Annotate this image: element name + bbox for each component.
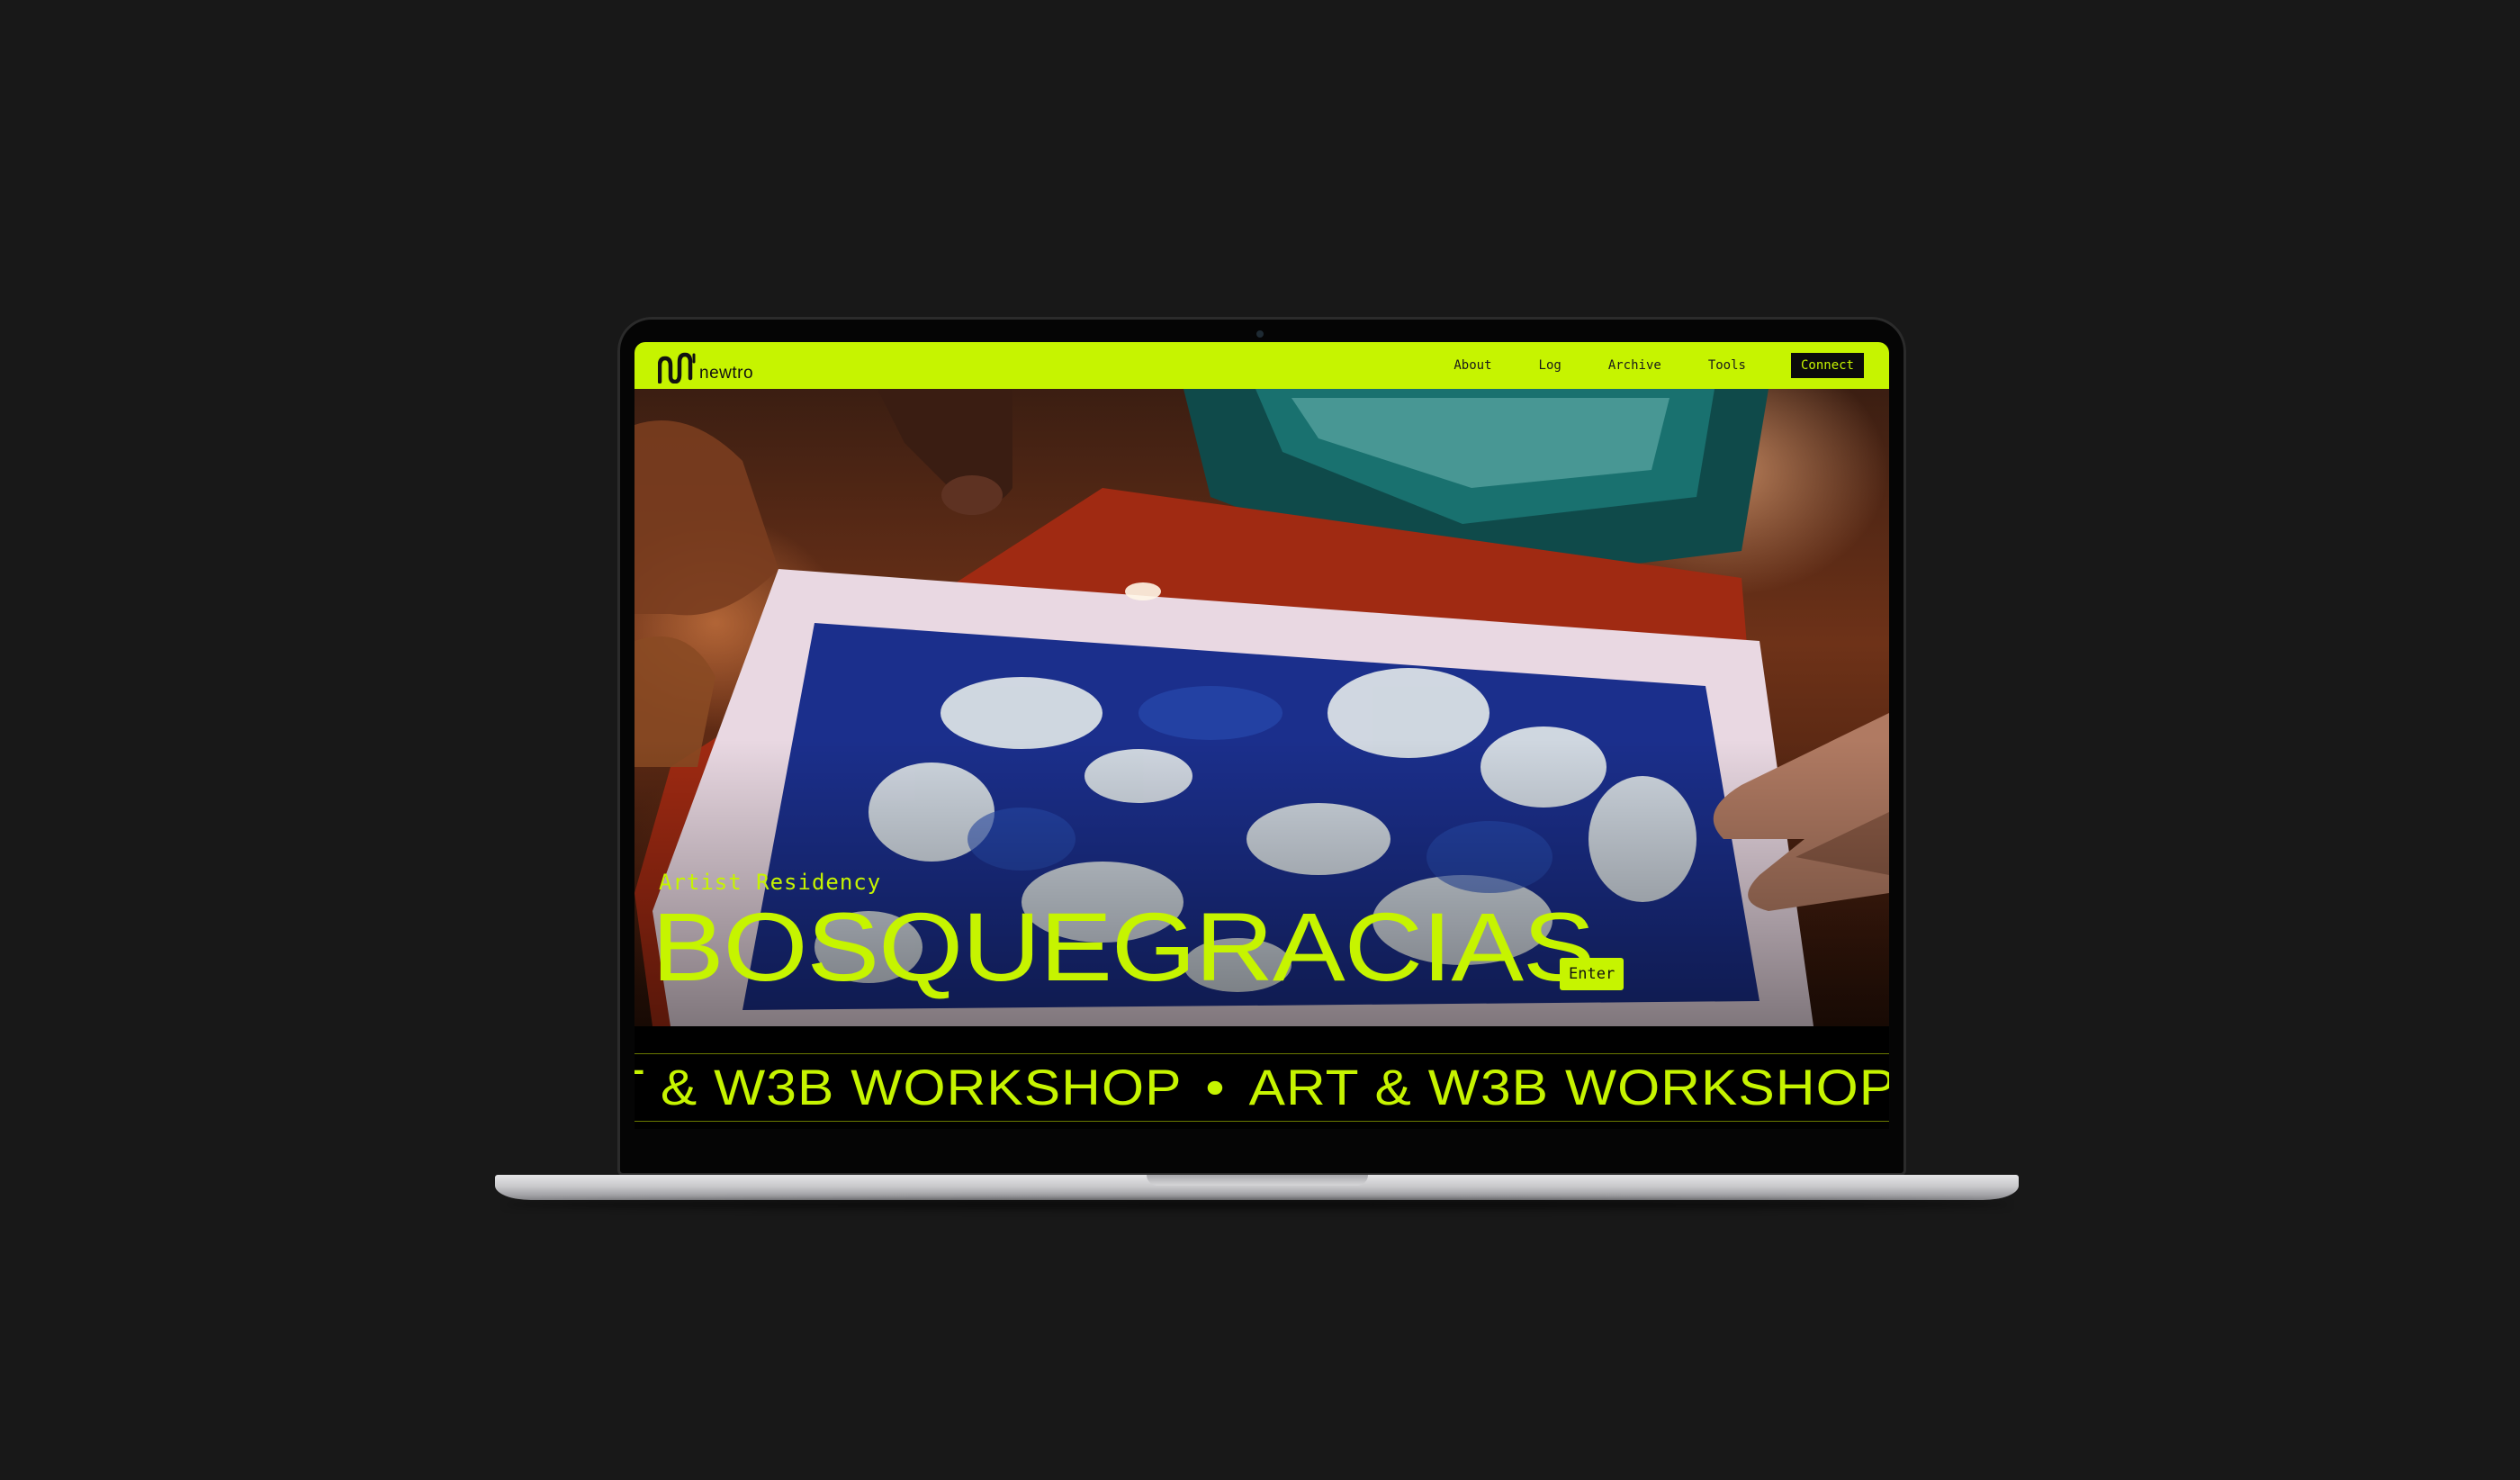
nav-link-about[interactable]: About: [1454, 358, 1491, 373]
laptop-shadow: [504, 1200, 2010, 1209]
marquee-item: T & W3B WORKSHOP: [634, 1059, 1183, 1115]
hero-eyebrow: Artist Residency: [659, 870, 882, 895]
marquee-track: T & W3B WORKSHOP • ART & W3B WORKSHOP: [634, 1058, 1889, 1116]
camera-icon: [1256, 330, 1264, 338]
workshop-marquee: T & W3B WORKSHOP • ART & W3B WORKSHOP: [634, 1053, 1889, 1122]
marquee-item: ART & W3B WORKSHOP: [1248, 1059, 1889, 1115]
marquee-separator: •: [1205, 1059, 1226, 1115]
connect-button[interactable]: Connect: [1790, 353, 1864, 378]
nav-links: About Log Archive Tools Connect: [1407, 342, 1864, 389]
hero-title: BOSQUEGRACIAS: [652, 892, 1596, 1001]
top-navbar: newtro About Log Archive Tools Connect: [634, 342, 1889, 389]
newtro-wave-logo-icon: [658, 352, 696, 384]
enter-button[interactable]: Enter: [1560, 958, 1624, 990]
nav-link-archive[interactable]: Archive: [1608, 358, 1661, 373]
hero-section: Artist Residency BOSQUEGRACIAS Enter: [634, 389, 1889, 1026]
brand-logo[interactable]: newtro: [658, 349, 753, 384]
laptop-base-notch: [1147, 1175, 1368, 1186]
nav-link-log[interactable]: Log: [1539, 358, 1562, 373]
nav-link-tools[interactable]: Tools: [1708, 358, 1746, 373]
laptop-screen: newtro About Log Archive Tools Connect A…: [634, 342, 1889, 1129]
brand-name: newtro: [699, 364, 754, 383]
mockup-stage: newtro About Log Archive Tools Connect A…: [0, 0, 2520, 1480]
